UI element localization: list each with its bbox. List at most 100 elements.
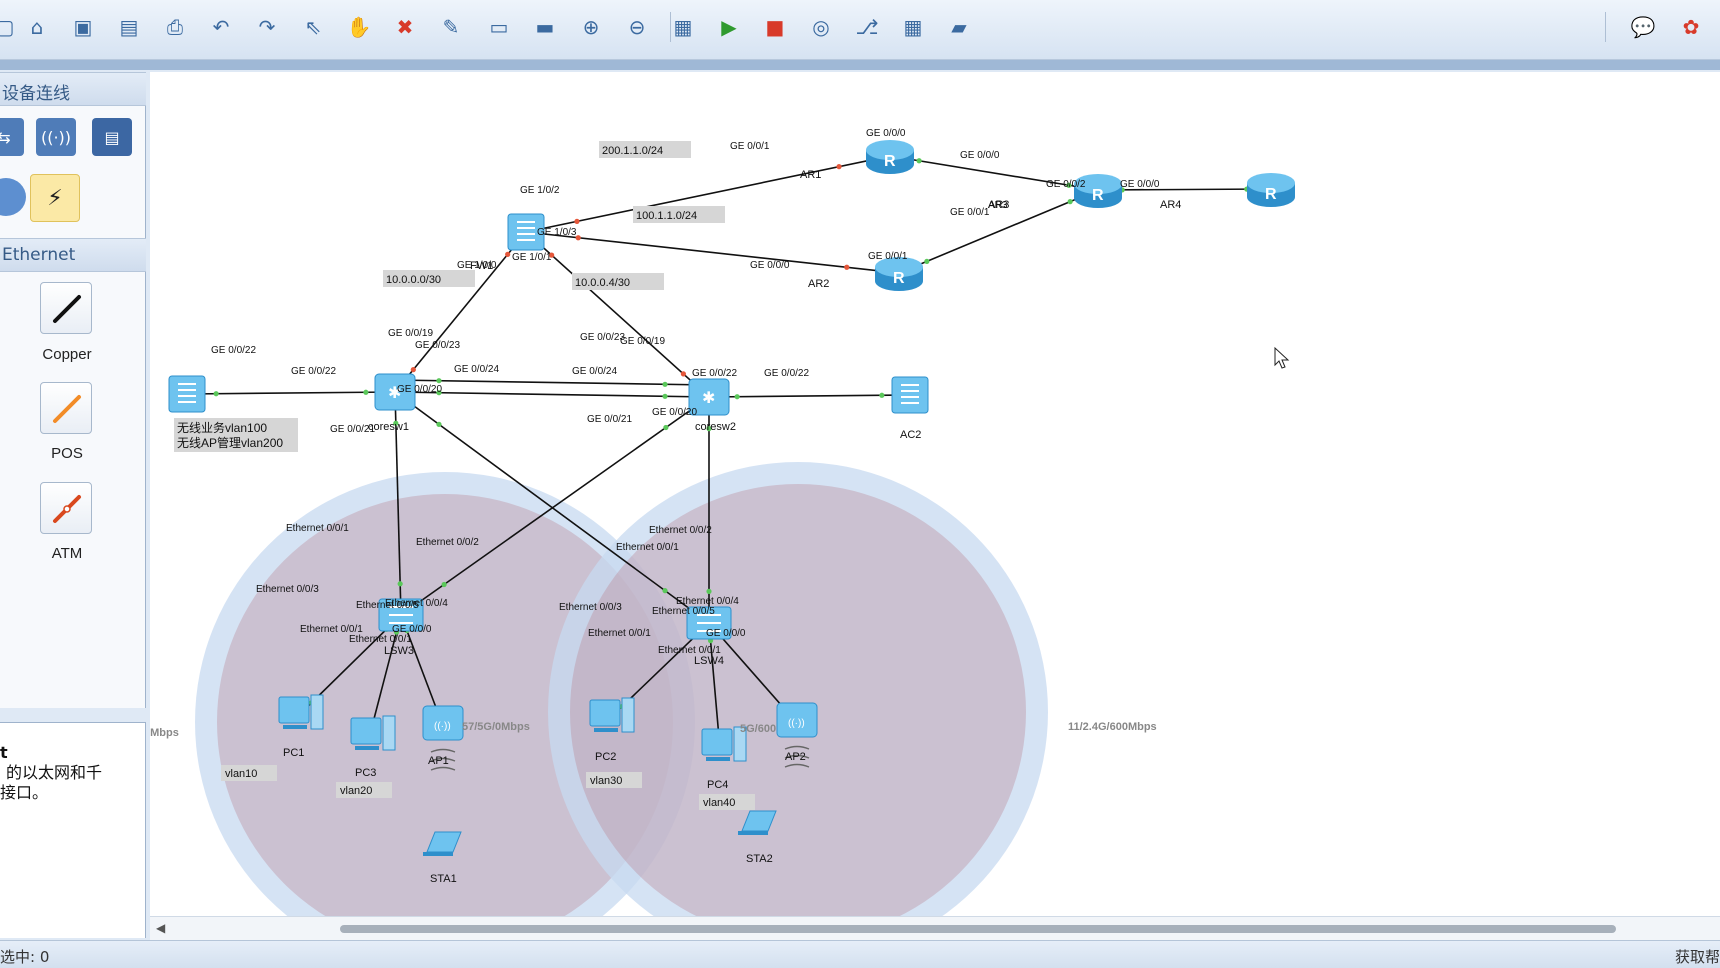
wireless-rate-label: 5G/600 [740, 723, 776, 735]
horizontal-scrollbar[interactable]: ◀ [150, 916, 1720, 940]
device-label-sta2: STA2 [746, 853, 773, 865]
port-status-dot [734, 394, 740, 400]
add-text-button[interactable]: ▭ [484, 12, 514, 42]
select-button[interactable]: ⇖ [298, 12, 328, 42]
port-label: GE 0/0/0 [1120, 179, 1160, 190]
zoom-in-button[interactable]: ⊕ [576, 12, 606, 42]
vlan-label: vlan10 [225, 768, 257, 780]
wireless-rate-label: 57/5G/0Mbps [462, 721, 530, 733]
port-label: Ethernet 0/0/3 [256, 584, 319, 595]
subnet-label: 10.0.0.0/30 [386, 274, 441, 286]
start-device-button[interactable]: ▶ [714, 12, 744, 42]
redo-button[interactable]: ↷ [252, 12, 282, 42]
pc-tower [382, 715, 396, 751]
device-category-cloud-icon[interactable] [0, 178, 26, 216]
help-link[interactable]: 获取帮 [1675, 946, 1720, 967]
capture-button[interactable]: ◎ [806, 12, 836, 42]
device-label-ac2: AC2 [900, 429, 921, 441]
device-category-firewall-icon[interactable]: ▤ [92, 118, 132, 156]
open-button[interactable]: ⌂ [22, 12, 52, 42]
port-label: GE 0/0/21 [587, 414, 632, 425]
device-label-coresw2: coresw2 [695, 421, 736, 433]
pan-button[interactable]: ✋ [344, 12, 374, 42]
device-category-wlan-icon[interactable]: ((·)) [36, 118, 76, 156]
undo-button[interactable]: ↶ [206, 12, 236, 42]
pc4-pc-icon[interactable] [701, 728, 733, 756]
topology-canvas[interactable]: R R R R ✱ ✱ ((·)) ((·)) AR1 AR2 AR3 AR4 FW1 coresw1 co… [150, 72, 1720, 928]
ac2-icon[interactable] [891, 376, 929, 414]
device-category-link-icon[interactable]: ⚡ [30, 174, 80, 222]
port-status-dot [844, 264, 850, 270]
port-label: Ethernet 0/0/1 [349, 634, 412, 645]
link-coresw1-coresw2[interactable] [394, 379, 710, 386]
port-label: GE 0/0/22 [211, 345, 256, 356]
pc-stand [706, 757, 730, 761]
port-label: GE 1/0/2 [520, 185, 560, 196]
port-label: GE 0/0/19 [388, 328, 433, 339]
stop-device-button[interactable]: ■ [760, 12, 790, 42]
pc2-pc-icon[interactable] [589, 699, 621, 727]
device-label-pc2: PC2 [595, 751, 616, 763]
device-label-ap2: AP2 [785, 751, 806, 763]
save-as-button[interactable]: ▤ [114, 12, 144, 42]
port-label: GE 0/0/0 [392, 624, 432, 635]
subnet-label: 10.0.0.4/30 [575, 277, 630, 289]
port-status-dot [662, 393, 668, 399]
device-label-ar1: AR1 [800, 169, 821, 181]
port-label: Ethernet 0/0/1 [616, 542, 679, 553]
copper-cable-icon [53, 295, 81, 323]
save-button[interactable]: ▣ [68, 12, 98, 42]
wireless-rate-label: 11/2.4G/600Mbps [1068, 721, 1157, 733]
delete-button[interactable]: ✖ [390, 12, 420, 42]
pc-stand [355, 746, 379, 750]
port-label: GE 0/0/24 [454, 364, 499, 375]
link-coresw1-coresw2[interactable] [394, 391, 710, 398]
port-status-dot [663, 424, 669, 431]
pc3-pc-icon[interactable] [350, 717, 382, 745]
atm-cable-button[interactable] [40, 482, 92, 534]
port-label: GE 0/0/23 [580, 332, 625, 343]
vlan-note-line: 无线AP管理vlan200 [177, 435, 283, 450]
device-label-ar4: AR4 [1160, 199, 1181, 211]
ac1-icon[interactable] [168, 375, 206, 413]
pos-cable-button[interactable] [40, 382, 92, 434]
port-status-dot [441, 581, 447, 588]
scroll-left-arrow-icon[interactable]: ◀ [156, 921, 165, 935]
port-label: GE 0/0/0 [866, 128, 906, 139]
fit-view-button[interactable]: ▦ [668, 12, 698, 42]
delete-link-button[interactable]: ✎ [436, 12, 466, 42]
pos-cable-label: POS [51, 445, 83, 462]
copper-cable-button[interactable] [40, 282, 92, 334]
device-category-router-icon[interactable]: ⇆ [0, 118, 24, 156]
port-status-dot [436, 378, 442, 384]
switch-glyph: ✱ [702, 390, 715, 407]
link-FW1-AR2[interactable] [525, 231, 900, 274]
port-label: GE 1/0/0 [457, 260, 497, 271]
port-status-dot [505, 251, 511, 257]
zoom-out-button[interactable]: ⊖ [622, 12, 652, 42]
port-label: GE 0/0/0 [960, 150, 1000, 161]
port-status-dot [436, 421, 442, 427]
feedback-button[interactable]: 💬 [1628, 12, 1658, 42]
description-line: 的以太网和千 [6, 763, 103, 782]
grid-button[interactable]: ▦ [898, 12, 928, 42]
port-label: GE 0/0/19 [620, 336, 665, 347]
scroll-thumb[interactable] [340, 925, 1616, 933]
port-label: GE 0/0/23 [415, 340, 460, 351]
print-button[interactable]: ⎙ [160, 12, 190, 42]
topology-button[interactable]: ⎇ [852, 12, 882, 42]
port-label: GE 0/0/24 [572, 366, 617, 377]
port-status-dot [410, 367, 416, 373]
port-label: GE 0/0/21 [330, 424, 375, 435]
add-rectangle-button[interactable]: ▬ [530, 12, 560, 42]
port-label: GE 0/0/22 [692, 368, 737, 379]
port-label: Ethernet 0/0/5 [652, 606, 715, 617]
port-label: GE 0/0/2 [1046, 179, 1086, 190]
port-label: Ethernet 0/0/5 [356, 600, 419, 611]
pc1-pc-icon[interactable] [278, 696, 310, 724]
router-glyph: R [893, 270, 905, 287]
huawei-logo-button[interactable]: ✿ [1676, 12, 1706, 42]
port-status-dot [706, 588, 712, 594]
cli-button[interactable]: ▰ [944, 12, 974, 42]
new-topology-button[interactable]: ▢ [0, 12, 20, 42]
